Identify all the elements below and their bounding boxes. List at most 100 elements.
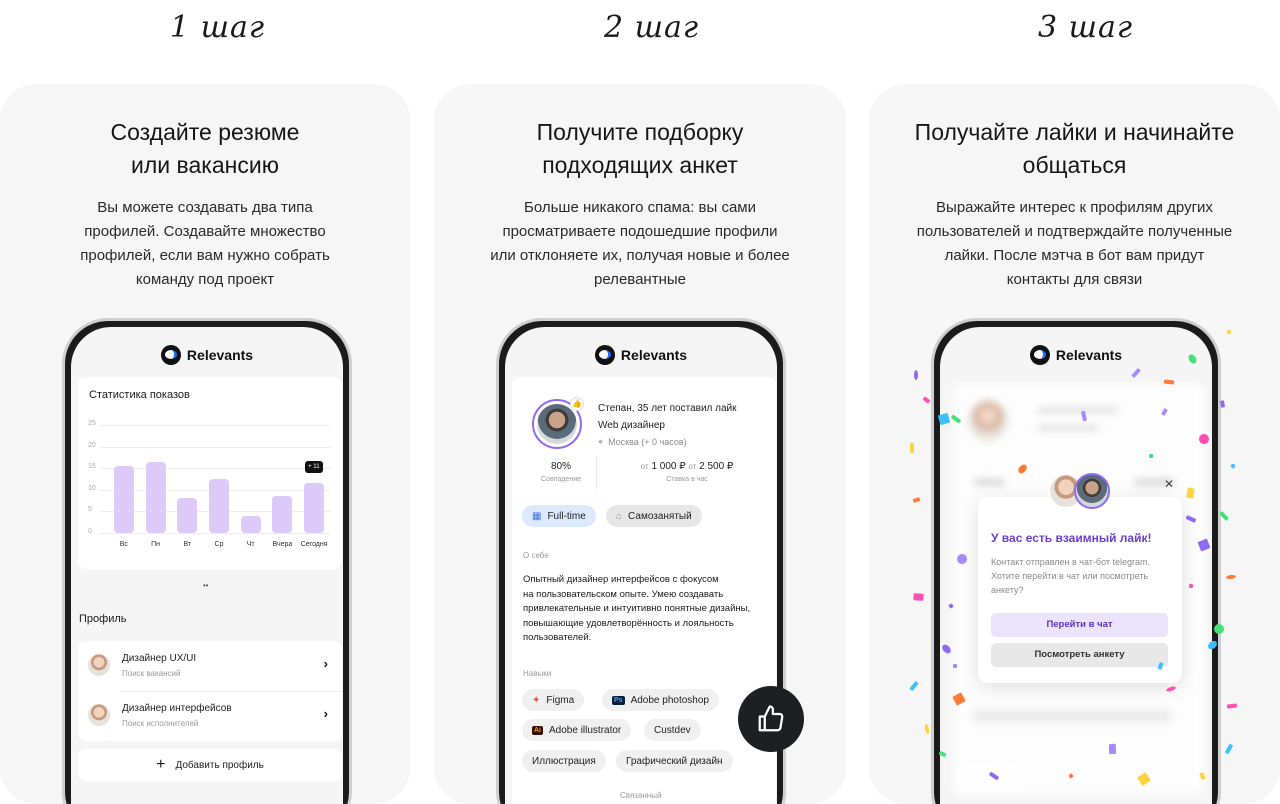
confetti-piece	[922, 396, 931, 404]
step-3-card: Получайте лайки и начинайте общаться Выр…	[869, 84, 1280, 804]
add-profile-label: Добавить профиль	[175, 759, 264, 771]
skill-figma: ✦ Figma	[522, 689, 585, 711]
photoshop-icon: Ps	[612, 695, 625, 705]
confetti-piece	[1226, 329, 1232, 335]
confetti-piece	[1226, 703, 1238, 709]
brand-name: Relevants	[620, 347, 688, 363]
candidate-role: Web дизайнер	[598, 420, 665, 431]
relevants-logo-icon	[594, 345, 615, 365]
avatar	[968, 401, 1008, 441]
avatar	[88, 654, 110, 676]
skill-custdev: Custdev	[644, 719, 701, 741]
phone-mockup-3: Relevants ✕ У вас есть взаимный лайк! Ко…	[931, 318, 1221, 804]
profile-title: Дизайнер интерфейсов	[122, 703, 232, 714]
blurred-line	[1038, 407, 1118, 413]
step-2-label: 2 шаг	[604, 10, 700, 45]
step-2-title: Получите подборку подходящих анкет	[536, 119, 744, 178]
location-pin-icon: ⌖	[598, 437, 604, 447]
liked-line: Степан, 35 лет поставил лайк	[598, 403, 737, 414]
stats-panel: Статистика показов 25 20 15 10 5 0 Вс Пн Вт Ср Чт В…	[78, 377, 342, 569]
y-tick-label: 25	[88, 420, 96, 427]
match-avatar	[1074, 473, 1110, 509]
chart-gridline	[100, 533, 330, 534]
x-tick-label: Сегодня	[300, 541, 328, 548]
phone-mockup-1: Relevants Статистика показов 25 20 15 10 5 0 В…	[62, 318, 352, 804]
profile-heading: Профиль	[79, 613, 127, 625]
location-row: ⌖ Москва (+ 0 часов)	[598, 437, 687, 448]
more-heading: Связанный	[620, 791, 662, 800]
confetti-piece	[909, 442, 915, 454]
step-1-title: Создайте резюме или вакансию	[110, 119, 300, 178]
briefcase-icon: ⌂	[616, 510, 623, 522]
step-3-description: Выражайте интерес к профилям других поль…	[916, 199, 1233, 288]
rate-from: 1 000 ₽	[651, 461, 686, 472]
stats-divider	[596, 457, 597, 489]
profile-subtitle: Поиск исполнителей	[122, 719, 199, 728]
tag-full-time: ▦ Full-time	[522, 505, 596, 527]
y-tick-label: 20	[88, 441, 96, 449]
stats-chart: 25 20 15 10 5 0 Вс Пн Вт Ср Чт Вчера Сегодня + 11	[78, 413, 342, 563]
profile-item-1[interactable]: Дизайнер UX/UI Поиск вакансий ›	[78, 641, 342, 691]
brand-header: Relevants	[71, 345, 343, 365]
phone-screen-3: Relevants ✕ У вас есть взаимный лайк! Ко…	[940, 327, 1212, 804]
pager-dots[interactable]: ••	[203, 581, 209, 590]
confetti-piece	[924, 723, 930, 735]
chart-annotation: + 11	[305, 461, 323, 474]
location-text: Москва (+ 0 часов)	[608, 437, 687, 447]
thumbs-up-icon	[758, 705, 784, 732]
chart-bar	[177, 498, 198, 533]
brand-header: Relevants	[940, 345, 1212, 365]
confetti-piece	[914, 370, 918, 380]
rate-block: от 1 000 ₽ от 2 500 ₽ Ставка в час	[612, 461, 762, 483]
chevron-right-icon: ›	[323, 656, 328, 671]
phone-screen-1: Relevants Статистика показов 25 20 15 10 5 0 В…	[71, 327, 343, 804]
match-label: Совпадение	[541, 476, 581, 483]
blurred-row	[972, 709, 1172, 723]
skill-graphic-design: Графический дизайн	[616, 750, 733, 772]
blurred-line	[1038, 425, 1098, 431]
view-profile-button[interactable]: Посмотреть анкету	[991, 643, 1168, 667]
match-block: 80% Совпадение	[526, 461, 596, 483]
brand-header: Relevants	[505, 345, 777, 365]
about-heading: О себе	[523, 551, 549, 560]
chart-bar	[272, 496, 293, 533]
like-button[interactable]	[738, 686, 804, 752]
about-text: Опытный дизайнер интерфейсов с фокусом н…	[523, 574, 751, 643]
rate-label: Ставка в час	[666, 476, 708, 483]
relevants-logo-icon	[1029, 345, 1050, 365]
chart-bar	[145, 461, 166, 533]
stats-title: Статистика показов	[89, 389, 190, 401]
rate-to: 2 500 ₽	[699, 461, 734, 472]
rate-values: от 1 000 ₽ от 2 500 ₽	[640, 461, 734, 472]
confetti-piece	[913, 593, 924, 601]
figma-icon: ✦	[532, 694, 541, 706]
skill-illustration: Иллюстрация	[522, 750, 606, 772]
profile-item-2[interactable]: Дизайнер интерфейсов Поиск исполнителей …	[78, 691, 342, 741]
modal-title: У вас есть взаимный лайк!	[991, 531, 1152, 545]
profile-list: Дизайнер UX/UI Поиск вакансий › Дизайнер…	[78, 641, 342, 741]
confetti-piece	[1230, 463, 1236, 469]
skill-photoshop: Ps Adobe photoshop	[602, 689, 719, 711]
close-icon[interactable]: ✕	[1164, 477, 1174, 491]
chart-bar	[240, 515, 261, 533]
chart-bar	[304, 483, 325, 533]
avatar-ring: 👍	[532, 397, 584, 449]
y-tick-label: 15	[88, 463, 96, 471]
like-badge-icon: 👍	[570, 397, 584, 411]
match-value: 80%	[550, 461, 571, 472]
skills-heading: Навыки	[523, 669, 552, 678]
modal-text: Контакт отправлен в чат-бот telegram. Хо…	[991, 557, 1151, 595]
chart-gridline	[100, 425, 330, 426]
chart-gridline	[100, 446, 330, 448]
confetti-piece	[912, 497, 921, 503]
tag-self-employed: ⌂ Самозанятый	[606, 505, 702, 527]
confetti-piece	[909, 680, 919, 692]
brand-name: Relevants	[186, 347, 254, 363]
add-profile-button[interactable]: + Добавить профиль	[78, 749, 342, 781]
go-to-chat-button[interactable]: Перейти в чат	[991, 613, 1168, 637]
profile-subtitle: Поиск вакансий	[122, 669, 181, 678]
chart-gridline	[100, 468, 330, 470]
chart-bar	[209, 479, 229, 533]
phone-screen-2: Relevants 👍 Степан, 35 лет поставил лайк…	[505, 327, 777, 804]
confetti-piece	[1224, 743, 1234, 755]
